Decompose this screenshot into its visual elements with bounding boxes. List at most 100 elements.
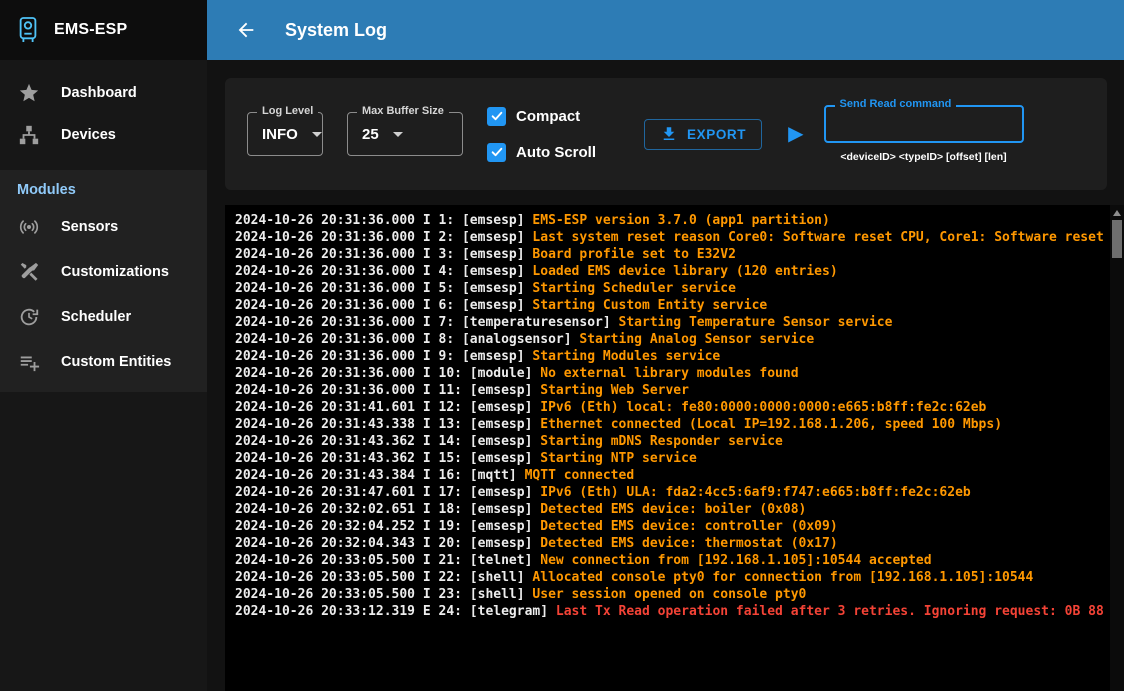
log-lines: 2024-10-26 20:31:36.000 I 1: [emsesp] EM… [225,205,1110,691]
chevron-down-icon [312,132,322,137]
log-line-prefix: 2024-10-26 20:33:05.500 I 23: [shell] [235,587,532,602]
log-line-message: Starting Custom Entity service [532,298,767,313]
log-scrollbar[interactable] [1110,205,1124,691]
chevron-down-icon [393,132,403,137]
compact-label: Compact [516,108,580,125]
log-line-message: No external library modules found [540,366,798,381]
log-line-prefix: 2024-10-26 20:33:05.500 I 22: [shell] [235,570,532,585]
log-line-message: Last system reset reason Core0: Software… [532,230,1103,245]
clock-update-icon [17,305,41,329]
ems-esp-logo-icon [16,18,40,42]
log-line-prefix: 2024-10-26 20:31:36.000 I 5: [emsesp] [235,281,532,296]
sidebar: EMS-ESP Dashboard [0,0,207,691]
log-line-message: Detected EMS device: thermostat (0x17) [540,536,837,551]
log-line-message: MQTT connected [525,468,635,483]
log-line-message: IPv6 (Eth) ULA: fda2:4cc5:6af9:f747:e665… [540,485,970,500]
log-line-message: Starting mDNS Responder service [540,434,783,449]
log-line-prefix: 2024-10-26 20:31:36.000 I 3: [emsesp] [235,247,532,262]
main-area: System Log Log Level INFO Max Buffer Siz… [207,0,1124,691]
log-line-message: Starting Web Server [540,383,689,398]
send-read-helper-text: <deviceID> <typeID> [offset] [len] [840,151,1006,163]
compact-checkbox[interactable]: Compact [487,107,596,126]
log-line: 2024-10-26 20:31:43.362 I 14: [emsesp] S… [235,433,1110,450]
export-button[interactable]: EXPORT [644,119,762,150]
log-line: 2024-10-26 20:31:43.384 I 16: [mqtt] MQT… [235,467,1110,484]
sidebar-item-scheduler[interactable]: Scheduler [0,294,207,339]
sidebar-modules-group: Modules Sensors [0,170,207,392]
log-line-message: Starting NTP service [540,451,697,466]
max-buffer-select[interactable]: Max Buffer Size 25 [347,112,463,156]
log-line: 2024-10-26 20:33:05.500 I 21: [telnet] N… [235,552,1110,569]
log-line-message: Detected EMS device: controller (0x09) [540,519,837,534]
log-line-prefix: 2024-10-26 20:32:04.343 I 20: [emsesp] [235,536,540,551]
max-buffer-value: 25 [362,126,379,143]
log-line-prefix: 2024-10-26 20:32:04.252 I 19: [emsesp] [235,519,540,534]
log-line: 2024-10-26 20:33:12.319 E 24: [telegram]… [235,603,1110,620]
app-logo: EMS-ESP [0,0,207,60]
log-line: 2024-10-26 20:31:36.000 I 1: [emsesp] EM… [235,212,1110,229]
auto-scroll-checkbox[interactable]: Auto Scroll [487,143,596,162]
log-line: 2024-10-26 20:31:43.338 I 13: [emsesp] E… [235,416,1110,433]
back-button[interactable] [233,17,259,43]
log-line-prefix: 2024-10-26 20:31:36.000 I 9: [emsesp] [235,349,532,364]
log-line-message: Ethernet connected (Local IP=192.168.1.2… [540,417,1002,432]
send-read-field[interactable]: Send Read command [824,105,1024,143]
log-line-message: Last Tx Read operation failed after 3 re… [556,604,1104,619]
log-line: 2024-10-26 20:31:36.000 I 2: [emsesp] La… [235,229,1110,246]
log-line-message: Board profile set to E32V2 [532,247,736,262]
log-line: 2024-10-26 20:31:36.000 I 5: [emsesp] St… [235,280,1110,297]
sidebar-item-customizations[interactable]: Customizations [0,249,207,294]
device-tree-icon [17,123,41,147]
log-level-select[interactable]: Log Level INFO [247,112,323,156]
log-line: 2024-10-26 20:31:36.000 I 6: [emsesp] St… [235,297,1110,314]
sidebar-item-label: Customizations [61,264,169,280]
log-line-prefix: 2024-10-26 20:31:36.000 I 4: [emsesp] [235,264,532,279]
play-icon[interactable]: ▶ [788,124,803,144]
send-read-label: Send Read command [835,98,957,110]
playlist-add-icon [17,350,41,374]
sidebar-item-dashboard[interactable]: Dashboard [0,72,207,114]
log-line: 2024-10-26 20:31:47.601 I 17: [emsesp] I… [235,484,1110,501]
log-line-message: IPv6 (Eth) local: fe80:0000:0000:0000:e6… [540,400,986,415]
content: Log Level INFO Max Buffer Size 25 Compac… [207,60,1124,691]
log-line-prefix: 2024-10-26 20:31:47.601 I 17: [emsesp] [235,485,540,500]
checkbox-checked-icon[interactable] [487,143,506,162]
log-controls-card: Log Level INFO Max Buffer Size 25 Compac… [225,78,1107,190]
log-line-prefix: 2024-10-26 20:31:36.000 I 10: [module] [235,366,540,381]
scrollbar-up-arrow-icon[interactable] [1113,210,1121,216]
log-line-prefix: 2024-10-26 20:31:43.338 I 13: [emsesp] [235,417,540,432]
sidebar-nav: Dashboard Devices Modules [0,60,207,392]
log-line-prefix: 2024-10-26 20:31:41.601 I 12: [emsesp] [235,400,540,415]
send-read-input[interactable] [838,116,1010,132]
scrollbar-thumb[interactable] [1112,220,1122,258]
log-line-prefix: 2024-10-26 20:31:36.000 I 1: [emsesp] [235,213,532,228]
sidebar-item-label: Scheduler [61,309,131,325]
log-line-prefix: 2024-10-26 20:33:05.500 I 21: [telnet] [235,553,540,568]
log-level-label: Log Level [257,105,318,117]
export-button-label: EXPORT [687,127,746,142]
log-line-prefix: 2024-10-26 20:31:36.000 I 6: [emsesp] [235,298,532,313]
log-line-prefix: 2024-10-26 20:31:43.362 I 15: [emsesp] [235,451,540,466]
log-line: 2024-10-26 20:31:36.000 I 10: [module] N… [235,365,1110,382]
sidebar-item-devices[interactable]: Devices [0,114,207,156]
log-line-message: EMS-ESP version 3.7.0 (app1 partition) [532,213,829,228]
checkbox-checked-icon[interactable] [487,107,506,126]
sidebar-item-sensors[interactable]: Sensors [0,204,207,249]
appbar: System Log [207,0,1124,60]
log-line: 2024-10-26 20:33:05.500 I 23: [shell] Us… [235,586,1110,603]
sidebar-item-label: Custom Entities [61,354,171,370]
max-buffer-label: Max Buffer Size [357,105,449,117]
log-line-prefix: 2024-10-26 20:32:02.651 I 18: [emsesp] [235,502,540,517]
log-line: 2024-10-26 20:32:02.651 I 18: [emsesp] D… [235,501,1110,518]
log-line-message: Starting Analog Sensor service [579,332,814,347]
log-line-message: Detected EMS device: boiler (0x08) [540,502,806,517]
log-line-message: Starting Temperature Sensor service [619,315,893,330]
log-level-value: INFO [262,126,298,143]
log-panel: 2024-10-26 20:31:36.000 I 1: [emsesp] EM… [225,205,1124,691]
log-line: 2024-10-26 20:32:04.343 I 20: [emsesp] D… [235,535,1110,552]
star-icon [17,81,41,105]
sidebar-item-custom-entities[interactable]: Custom Entities [0,339,207,384]
log-line: 2024-10-26 20:31:36.000 I 9: [emsesp] St… [235,348,1110,365]
sidebar-item-label: Sensors [61,219,118,235]
modules-section-header: Modules [0,172,207,204]
